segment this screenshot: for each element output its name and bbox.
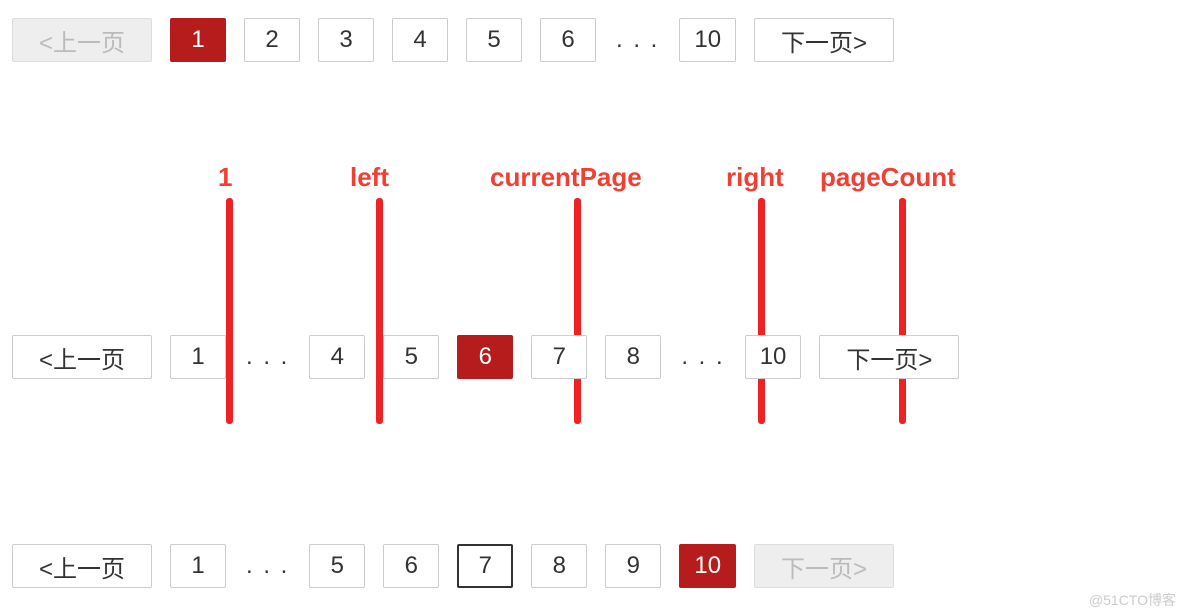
page-button[interactable]: 8 (605, 335, 661, 379)
annotation-line-current (574, 198, 581, 424)
page-button[interactable]: 3 (318, 18, 374, 62)
page-button[interactable]: 10 (679, 544, 736, 588)
annotation-label-current: currentPage (490, 162, 642, 193)
page-button[interactable]: 6 (457, 335, 513, 379)
annotation-line-left (376, 198, 383, 424)
ellipsis: . . . (244, 552, 291, 580)
annotation-line-pagecount (899, 198, 906, 424)
ellipsis: . . . (679, 343, 726, 371)
page-button[interactable]: 5 (309, 544, 365, 588)
page-button[interactable]: 2 (244, 18, 300, 62)
page-button[interactable]: 4 (392, 18, 448, 62)
prev-button[interactable]: <上一页 (12, 544, 152, 588)
pagination-row-1: <上一页 1 2 3 4 5 6 . . . 10 下一页> (12, 18, 894, 62)
prev-button: <上一页 (12, 18, 152, 62)
annotation-line-one (226, 198, 233, 424)
page-button[interactable]: 1 (170, 18, 226, 62)
annotation-label-one: 1 (218, 162, 232, 193)
page-button[interactable]: 1 (170, 544, 226, 588)
prev-button[interactable]: <上一页 (12, 335, 152, 379)
page-button[interactable]: 7 (531, 335, 587, 379)
watermark: @51CTO博客 (1089, 590, 1176, 610)
page-button[interactable]: 9 (605, 544, 661, 588)
page-button[interactable]: 6 (540, 18, 596, 62)
page-button[interactable]: 10 (745, 335, 802, 379)
annotation-label-right: right (726, 162, 784, 193)
page-button[interactable]: 6 (383, 544, 439, 588)
ellipsis: . . . (614, 26, 661, 54)
pagination-row-3: <上一页 1 . . . 5 6 7 8 9 10 下一页> (12, 544, 894, 588)
annotation-line-right (758, 198, 765, 424)
annotation-label-left: left (350, 162, 389, 193)
page-button[interactable]: 7 (457, 544, 513, 588)
annotation-label-pagecount: pageCount (820, 162, 956, 193)
next-button[interactable]: 下一页> (754, 18, 894, 62)
page-button[interactable]: 5 (383, 335, 439, 379)
next-button: 下一页> (754, 544, 894, 588)
next-button[interactable]: 下一页> (819, 335, 959, 379)
page-button[interactable]: 1 (170, 335, 226, 379)
page-button[interactable]: 5 (466, 18, 522, 62)
ellipsis: . . . (244, 343, 291, 371)
page-button[interactable]: 8 (531, 544, 587, 588)
page-button[interactable]: 10 (679, 18, 736, 62)
page-button[interactable]: 4 (309, 335, 365, 379)
pagination-row-2: <上一页 1 . . . 4 5 6 7 8 . . . 10 下一页> (12, 335, 959, 379)
